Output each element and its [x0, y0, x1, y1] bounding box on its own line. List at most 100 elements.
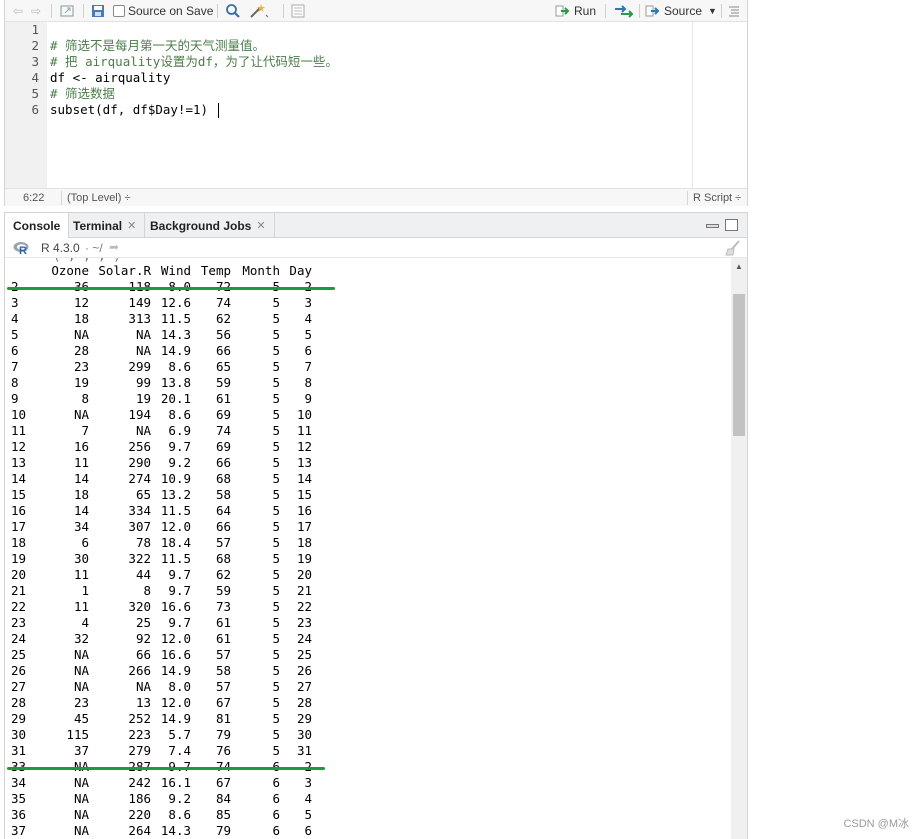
table-cell: 5 — [272, 503, 280, 518]
rerun-icon[interactable] — [613, 3, 635, 19]
code-area[interactable]: # 筛选不是每月第一天的天气测量值。 # 把 airquality设置为df，为… — [50, 22, 690, 188]
row-index: 14 — [11, 471, 27, 486]
row-index: 3 — [11, 295, 19, 310]
table-cell: 12.0 — [160, 695, 191, 710]
compile-report-icon[interactable] — [291, 3, 305, 19]
table-cell: 65 — [135, 487, 151, 502]
table-cell: 58 — [215, 663, 231, 678]
source-on-save-checkbox[interactable]: Source on Save — [113, 3, 213, 19]
table-cell: 21 — [296, 583, 312, 598]
code-line[interactable]: subset(df, df$Day!=1) — [50, 102, 208, 118]
close-icon[interactable]: ✕ — [127, 219, 136, 232]
table-cell: 28 — [73, 343, 89, 358]
outline-icon[interactable] — [727, 3, 741, 19]
table-cell: 11 — [73, 567, 89, 582]
table-cell: 266 — [128, 663, 151, 678]
editor-status-bar: 6:22 (Top Level) ÷ R Script ÷ — [5, 188, 747, 206]
show-in-window-icon[interactable] — [59, 3, 75, 19]
table-cell: NA — [73, 407, 89, 422]
table-cell: 3 — [304, 295, 312, 310]
row-index: 26 — [11, 663, 27, 678]
table-cell: 5 — [272, 295, 280, 310]
row-index: 12 — [11, 439, 27, 454]
table-cell: 5 — [272, 391, 280, 406]
save-icon[interactable] — [91, 3, 105, 19]
table-cell: 69 — [215, 407, 231, 422]
table-cell: 23 — [296, 615, 312, 630]
table-cell: 59 — [215, 583, 231, 598]
table-cell: 5 — [304, 807, 312, 822]
working-directory[interactable]: · ~/ — [85, 241, 103, 255]
table-cell: 84 — [215, 791, 231, 806]
code-line[interactable]: # 把 airquality设置为df，为了让代码短一些。 — [50, 54, 338, 70]
run-button[interactable]: Run — [555, 3, 596, 19]
table-cell: 6 — [304, 343, 312, 358]
table-cell: NA — [73, 775, 89, 790]
table-cell: 32 — [73, 631, 89, 646]
table-cell: 12 — [73, 295, 89, 310]
table-cell: 19 — [73, 375, 89, 390]
row-index: 19 — [11, 551, 27, 566]
checkbox-box[interactable] — [113, 5, 125, 17]
table-cell: 18.4 — [160, 535, 191, 550]
table-cell: 220 — [128, 807, 151, 822]
line-number-gutter: 1 2 3 4 5 6 — [5, 22, 47, 188]
table-cell: 5 — [304, 327, 312, 342]
row-index: 9 — [11, 391, 19, 406]
table-cell: 10.9 — [160, 471, 191, 486]
clear-console-broom-icon[interactable] — [725, 240, 741, 256]
tab-terminal[interactable]: Terminal ✕ — [65, 213, 146, 238]
row-index: 21 — [11, 583, 27, 598]
tab-console[interactable]: Console — [5, 213, 70, 239]
table-cell: 5 — [272, 311, 280, 326]
table-cell: 31 — [296, 743, 312, 758]
search-icon[interactable] — [225, 3, 241, 19]
close-icon[interactable]: ✕ — [256, 219, 265, 232]
row-index: 31 — [11, 743, 27, 758]
table-cell: 9.2 — [168, 791, 191, 806]
scope-selector[interactable]: (Top Level) ÷ — [67, 192, 131, 204]
table-cell: 1 — [81, 583, 89, 598]
scroll-up-arrow-icon[interactable]: ▲ — [735, 262, 743, 271]
table-cell: 5 — [272, 567, 280, 582]
table-cell: 61 — [215, 615, 231, 630]
table-cell: 68 — [215, 551, 231, 566]
table-cell: 6.9 — [168, 423, 191, 438]
table-cell: 223 — [128, 727, 151, 742]
forward-arrow-icon[interactable]: ⇨ — [31, 3, 41, 19]
table-cell: 57 — [215, 535, 231, 550]
table-cell: 57 — [215, 647, 231, 662]
code-line[interactable]: # 筛选数据 — [50, 86, 115, 102]
table-cell: 9.7 — [168, 615, 191, 630]
row-index: 20 — [11, 567, 27, 582]
table-cell: 14.9 — [160, 711, 191, 726]
table-cell: 11.5 — [160, 311, 191, 326]
code-tools-wand-icon[interactable] — [249, 3, 269, 19]
table-cell: 13 — [135, 695, 151, 710]
code-line[interactable]: # 筛选不是每月第一天的天气测量值。 — [50, 38, 265, 54]
maximize-icon[interactable] — [725, 219, 738, 231]
table-cell: 27 — [296, 679, 312, 694]
table-cell: 20 — [296, 567, 312, 582]
table-cell: 14 — [73, 471, 89, 486]
source-on-save-label: Source on Save — [128, 4, 214, 18]
console-scrollbar[interactable]: ▲ — [731, 258, 747, 839]
chevron-down-icon[interactable]: ▼ — [708, 6, 717, 16]
table-cell: 9.2 — [168, 455, 191, 470]
minimize-icon[interactable] — [706, 224, 719, 228]
tab-background-jobs[interactable]: Background Jobs ✕ — [142, 213, 275, 238]
file-type-selector[interactable]: R Script ÷ — [693, 192, 741, 204]
row-index: 36 — [11, 807, 27, 822]
table-cell: 23 — [73, 359, 89, 374]
scrollbar-thumb[interactable] — [733, 294, 745, 436]
go-to-directory-arrow-icon[interactable]: ➦ — [109, 240, 119, 254]
console-output[interactable]: ( , , , ) Ozone Solar.R Wind Temp Month … — [5, 258, 731, 839]
console-tabbar: Console Terminal ✕ Background Jobs ✕ — [5, 213, 747, 239]
table-cell: 11 — [73, 455, 89, 470]
code-line[interactable]: df <- airquality — [50, 70, 170, 86]
back-arrow-icon[interactable]: ⇦ — [13, 3, 23, 19]
table-cell: 79 — [215, 823, 231, 838]
table-cell: 274 — [128, 471, 151, 486]
source-button[interactable]: Source ▼ — [645, 3, 717, 19]
table-cell: 14.9 — [160, 343, 191, 358]
